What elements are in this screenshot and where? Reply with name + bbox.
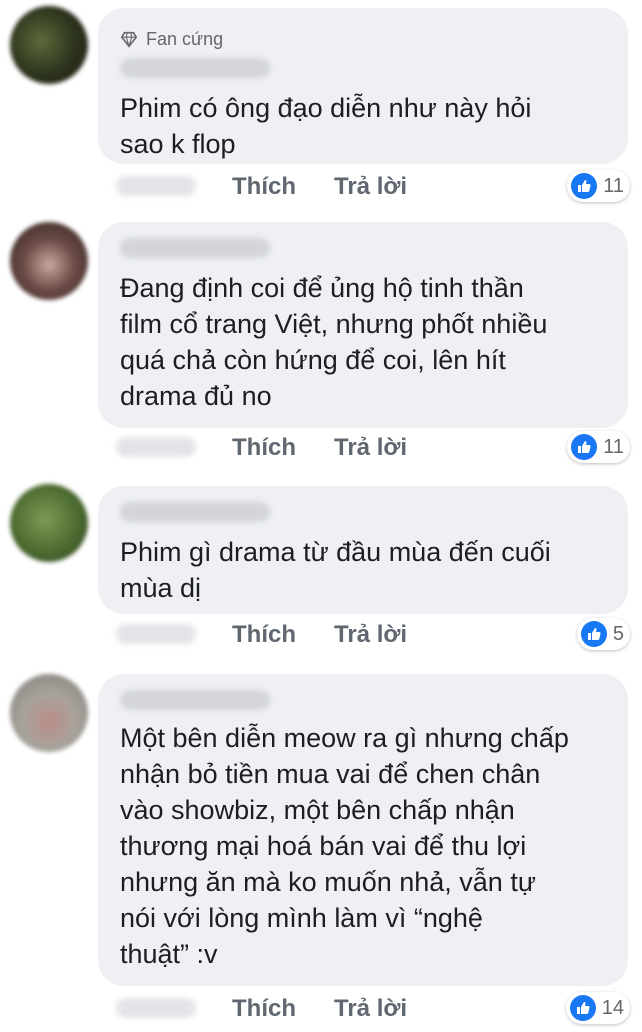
comment-bubble: Một bên diễn meow ra gì nhưng chấp nhận … xyxy=(98,674,628,986)
reaction-count: 5 xyxy=(612,623,624,645)
comment-bubble: Fan cứng Phim có ông đạo diễn như này hỏ… xyxy=(98,8,628,164)
like-icon xyxy=(571,173,598,199)
avatar[interactable] xyxy=(10,6,88,84)
reaction-summary[interactable]: 14 xyxy=(565,992,630,1024)
timestamp[interactable] xyxy=(116,437,196,457)
diamond-icon xyxy=(120,31,138,48)
reply-button[interactable]: Trả lời xyxy=(334,994,407,1024)
commenter-name[interactable] xyxy=(120,502,270,522)
comment-actions: Thích Trả lời 11 xyxy=(98,170,638,202)
commenter-name[interactable] xyxy=(120,690,270,710)
like-button[interactable]: Thích xyxy=(232,620,296,650)
comment-bubble: Phim gì drama từ đầu mùa đến cuối mùa dị xyxy=(98,486,628,614)
reaction-count: 11 xyxy=(603,175,624,197)
avatar[interactable] xyxy=(10,484,88,562)
fan-badge: Fan cứng xyxy=(120,26,223,52)
comment-text: Phim có ông đạo diễn như này hỏi sao k f… xyxy=(120,93,532,159)
comment-actions: Thích Trả lời 5 xyxy=(98,618,638,650)
comment-actions: Thích Trả lời 14 xyxy=(98,992,638,1024)
reaction-count: 14 xyxy=(601,997,624,1019)
reaction-summary[interactable]: 11 xyxy=(567,431,630,463)
timestamp[interactable] xyxy=(116,998,196,1018)
comment-text: Đang định coi để ủng hộ tinh thần film c… xyxy=(120,273,548,411)
badge-label: Fan cứng xyxy=(146,28,224,49)
like-icon xyxy=(580,621,607,647)
timestamp[interactable] xyxy=(116,624,196,644)
avatar[interactable] xyxy=(10,222,88,300)
like-button[interactable]: Thích xyxy=(232,994,296,1024)
commenter-name[interactable] xyxy=(120,238,270,258)
reaction-count: 11 xyxy=(603,436,624,458)
comment-text: Phim gì drama từ đầu mùa đến cuối mùa dị xyxy=(120,537,551,603)
commenter-name[interactable] xyxy=(120,58,270,78)
like-icon xyxy=(569,995,596,1021)
reaction-summary[interactable]: 5 xyxy=(576,618,630,650)
comment-bubble: Đang định coi để ủng hộ tinh thần film c… xyxy=(98,222,628,428)
like-button[interactable]: Thích xyxy=(232,433,296,463)
reply-button[interactable]: Trả lời xyxy=(334,433,407,463)
reaction-summary[interactable]: 11 xyxy=(567,170,630,202)
reply-button[interactable]: Trả lời xyxy=(334,172,407,202)
comment-actions: Thích Trả lời 11 xyxy=(98,431,638,463)
avatar[interactable] xyxy=(10,674,88,752)
reply-button[interactable]: Trả lời xyxy=(334,620,407,650)
like-button[interactable]: Thích xyxy=(232,172,296,202)
like-icon xyxy=(571,434,598,460)
comment-text: Một bên diễn meow ra gì nhưng chấp nhận … xyxy=(120,723,569,969)
timestamp[interactable] xyxy=(116,176,196,196)
